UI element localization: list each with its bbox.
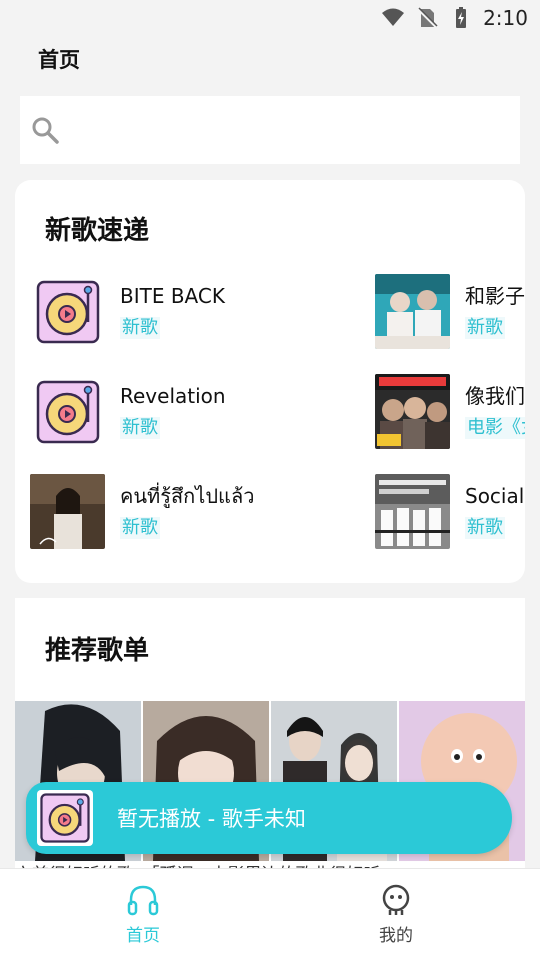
section-title-recommended: 推荐歌单 [45,636,150,666]
new-songs-card: 新歌速递 BITE BACK 新歌 和影子 新歌 Revelation 新歌 像… [15,180,525,583]
song-tag: 新歌 [120,317,160,339]
bottom-tab-bar: 首页 我的 [0,868,540,960]
vinyl-placeholder-icon [30,274,105,349]
clock: 2:10 [483,6,528,30]
tab-mine[interactable]: 我的 [356,883,436,946]
battery-charging-icon [456,7,467,28]
song-item[interactable]: BITE BACK 新歌 [30,273,225,349]
song-tag: 新歌 [465,317,505,339]
no-sim-icon [417,7,438,28]
song-name: Revelation [120,384,226,408]
tab-home[interactable]: 首页 [103,883,183,946]
tab-label: 首页 [126,926,160,946]
face-icon [382,884,410,915]
song-name: 和影子 [465,284,525,308]
page-title: 首页 [38,48,80,72]
status-bar: 2:10 [0,0,540,36]
now-playing-text: 暂无播放 - 歌手未知 [117,807,306,831]
headphones-icon [127,885,159,916]
wifi-icon [382,8,405,26]
song-name: คนที่รู้สึกไปแล้ว [120,484,255,508]
album-cover [30,473,105,549]
section-title-new-songs: 新歌速递 [45,216,150,246]
song-tag: 新歌 [120,517,160,539]
tab-label: 我的 [379,926,413,946]
search-input[interactable] [68,110,520,150]
song-name: Social [465,484,525,508]
album-cover [375,373,450,449]
song-item[interactable]: คนที่รู้สึกไปแล้ว 新歌 [30,473,254,549]
album-cover [375,273,450,349]
song-item[interactable]: Revelation 新歌 [30,373,226,449]
album-cover [375,473,450,549]
song-name: BITE BACK [120,284,225,308]
song-name: 像我们 [465,384,525,408]
song-item[interactable]: 和影子 新歌 [375,273,525,349]
search-icon [32,117,59,144]
vinyl-placeholder-icon [37,790,93,846]
song-tag: 新歌 [465,517,505,539]
song-item[interactable]: 像我们 电影《女 [375,373,525,449]
vinyl-placeholder-icon [30,374,105,449]
mini-player[interactable]: 暂无播放 - 歌手未知 [26,782,512,854]
search-bar[interactable] [20,96,520,164]
song-item[interactable]: Social 新歌 [375,473,524,549]
song-tag: 新歌 [120,417,160,439]
song-tag: 电影《女 [465,417,525,439]
